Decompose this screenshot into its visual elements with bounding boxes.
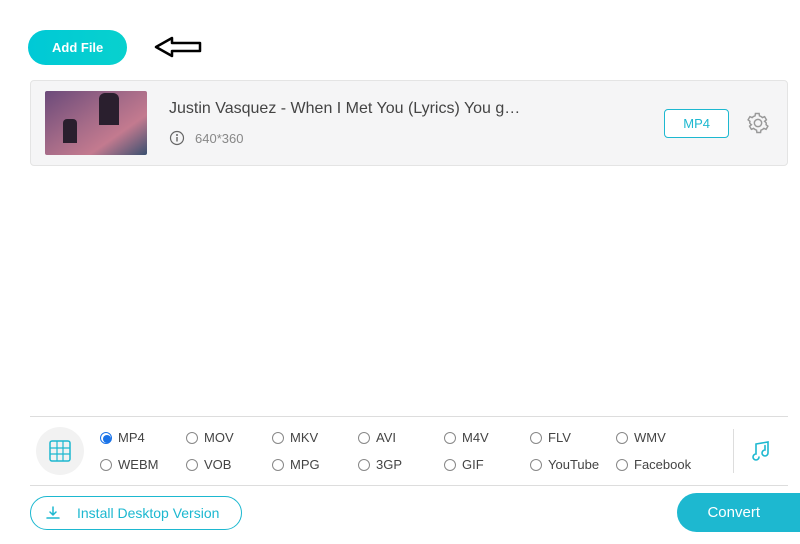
format-option-mkv[interactable]: MKV bbox=[272, 430, 358, 445]
format-divider bbox=[733, 429, 734, 473]
radio-icon bbox=[530, 459, 542, 471]
format-option-mpg[interactable]: MPG bbox=[272, 457, 358, 472]
format-option-facebook[interactable]: Facebook bbox=[616, 457, 702, 472]
arrow-annotation-icon bbox=[154, 36, 202, 63]
radio-icon bbox=[358, 459, 370, 471]
radio-icon bbox=[186, 459, 198, 471]
audio-tab-icon[interactable] bbox=[748, 436, 778, 466]
install-desktop-button[interactable]: Install Desktop Version bbox=[30, 496, 242, 530]
install-label: Install Desktop Version bbox=[77, 505, 219, 521]
format-grid: MP4 MOV MKV AVI M4V FLV WMV WEBM VOB MPG 3GP GIF You… bbox=[100, 430, 725, 472]
format-label: WEBM bbox=[118, 457, 158, 472]
file-item: Justin Vasquez - When I Met You (Lyrics)… bbox=[30, 80, 788, 166]
format-option-gif[interactable]: GIF bbox=[444, 457, 530, 472]
format-label: FLV bbox=[548, 430, 571, 445]
add-file-button[interactable]: Add File bbox=[28, 30, 127, 65]
file-resolution: 640*360 bbox=[195, 131, 243, 146]
format-option-flv[interactable]: FLV bbox=[530, 430, 616, 445]
radio-icon bbox=[444, 459, 456, 471]
format-option-vob[interactable]: VOB bbox=[186, 457, 272, 472]
output-format-badge[interactable]: MP4 bbox=[664, 109, 729, 138]
format-label: MOV bbox=[204, 430, 234, 445]
radio-icon bbox=[272, 432, 284, 444]
file-info: Justin Vasquez - When I Met You (Lyrics)… bbox=[169, 100, 664, 146]
format-label: VOB bbox=[204, 457, 231, 472]
file-meta: 640*360 bbox=[169, 130, 664, 146]
format-option-3gp[interactable]: 3GP bbox=[358, 457, 444, 472]
video-thumbnail[interactable] bbox=[45, 91, 147, 155]
radio-icon bbox=[616, 432, 628, 444]
gear-icon[interactable] bbox=[747, 112, 769, 134]
radio-icon bbox=[100, 459, 112, 471]
format-label: MP4 bbox=[118, 430, 145, 445]
convert-button[interactable]: Convert bbox=[677, 493, 800, 532]
format-label: 3GP bbox=[376, 457, 402, 472]
radio-icon bbox=[530, 432, 542, 444]
radio-icon bbox=[186, 432, 198, 444]
format-label: M4V bbox=[462, 430, 489, 445]
file-title: Justin Vasquez - When I Met You (Lyrics)… bbox=[169, 100, 664, 118]
format-label: GIF bbox=[462, 457, 484, 472]
format-option-webm[interactable]: WEBM bbox=[100, 457, 186, 472]
radio-icon bbox=[272, 459, 284, 471]
format-option-mp4[interactable]: MP4 bbox=[100, 430, 186, 445]
format-option-m4v[interactable]: M4V bbox=[444, 430, 530, 445]
format-option-youtube[interactable]: YouTube bbox=[530, 457, 616, 472]
radio-icon bbox=[616, 459, 628, 471]
format-option-wmv[interactable]: WMV bbox=[616, 430, 702, 445]
format-selection-bar: MP4 MOV MKV AVI M4V FLV WMV WEBM VOB MPG 3GP GIF You… bbox=[30, 416, 788, 486]
format-label: WMV bbox=[634, 430, 666, 445]
radio-icon bbox=[100, 432, 112, 444]
format-option-mov[interactable]: MOV bbox=[186, 430, 272, 445]
video-tab-icon[interactable] bbox=[36, 427, 84, 475]
format-label: Facebook bbox=[634, 457, 691, 472]
info-icon[interactable] bbox=[169, 130, 185, 146]
radio-icon bbox=[444, 432, 456, 444]
format-option-avi[interactable]: AVI bbox=[358, 430, 444, 445]
radio-icon bbox=[358, 432, 370, 444]
format-label: MPG bbox=[290, 457, 320, 472]
format-label: YouTube bbox=[548, 457, 599, 472]
format-label: MKV bbox=[290, 430, 318, 445]
format-label: AVI bbox=[376, 430, 396, 445]
download-icon bbox=[45, 505, 61, 521]
bottom-bar: Install Desktop Version Convert bbox=[30, 493, 800, 532]
